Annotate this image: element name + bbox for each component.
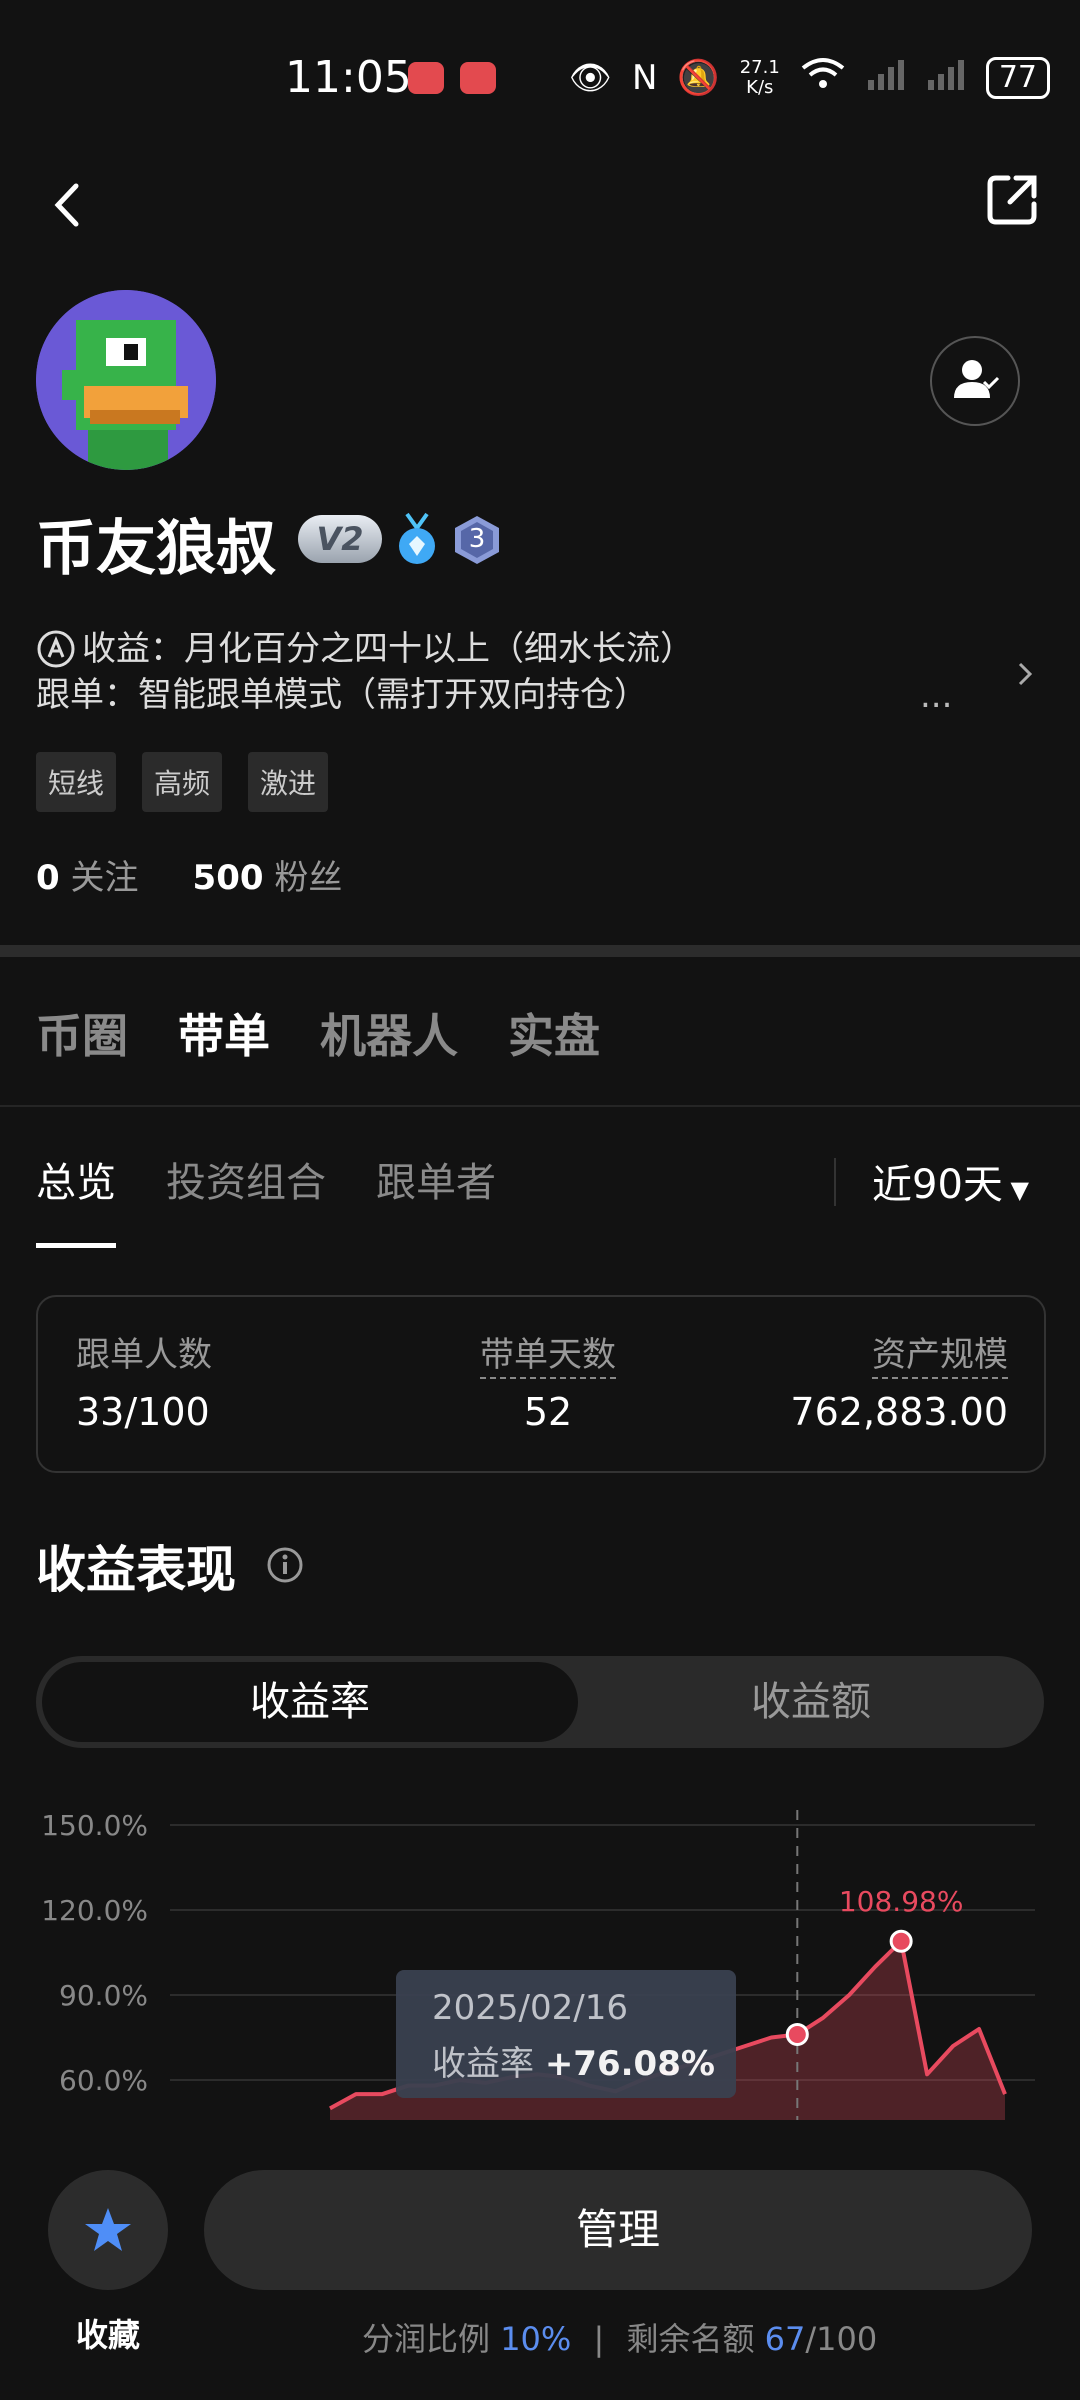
- tab-bots[interactable]: 机器人: [320, 1000, 458, 1066]
- manage-button[interactable]: 管理: [204, 2170, 1032, 2290]
- app-notification-icon: [460, 62, 496, 94]
- diamond-medal-icon: [392, 512, 442, 566]
- following-link[interactable]: 0 关注: [36, 858, 138, 898]
- bio-ellipsis: ...: [920, 676, 953, 716]
- tag: 短线: [36, 752, 117, 812]
- info-icon[interactable]: [266, 1546, 304, 1584]
- selected-point: [785, 2022, 809, 2046]
- range-dropdown[interactable]: 近90天 ▼: [872, 1152, 1029, 1210]
- y-tick-label: 150.0%: [41, 1809, 148, 1842]
- bio-line-1: 收益：月化百分之四十以上（细水长流）: [82, 629, 694, 669]
- profile-bio[interactable]: 收益：月化百分之四十以上（细水长流） 跟单：智能跟单模式（需打开双向持仓）: [36, 626, 694, 718]
- peak-point: [889, 1929, 913, 1953]
- y-tick-label: 60.0%: [59, 2064, 148, 2097]
- user-check-icon: [954, 360, 1000, 398]
- section-divider: [0, 945, 1080, 957]
- tab-live[interactable]: 实盘: [508, 1000, 600, 1066]
- avatar[interactable]: [36, 290, 216, 470]
- stat-followers: 跟单人数 33/100: [76, 1335, 212, 1434]
- star-icon: [85, 2208, 131, 2251]
- peak-label: 108.98%: [839, 1885, 964, 1918]
- y-tick-label: 120.0%: [41, 1894, 148, 1927]
- eye-icon: 👁: [568, 57, 612, 98]
- net-speed: 27.1 K/s: [739, 56, 780, 98]
- back-button[interactable]: [44, 170, 94, 240]
- signal-icon: [926, 56, 966, 99]
- chevron-right-icon[interactable]: [1016, 656, 1036, 692]
- range-separator: [834, 1158, 836, 1206]
- tab-overview[interactable]: 总览: [36, 1150, 116, 1248]
- toggle-return-amount[interactable]: 收益额: [581, 1662, 1041, 1742]
- stats-card: 跟单人数 33/100 带单天数 52 资产规模 762,883.00: [36, 1295, 1046, 1473]
- mute-icon: 🔕: [677, 57, 720, 98]
- sub-tabs: 总览 投资组合 跟单者: [36, 1150, 496, 1248]
- caret-down-icon: ▼: [1002, 1176, 1029, 1204]
- status-time: 11:05: [285, 52, 412, 103]
- battery-indicator: 77: [985, 56, 1050, 99]
- followers-link[interactable]: 500 粉丝: [193, 858, 343, 898]
- favorite-button[interactable]: [48, 2170, 168, 2290]
- tab-crypto[interactable]: 币圈: [36, 1000, 128, 1066]
- profile-name: 币友狼叔: [36, 514, 276, 584]
- vip-badge: V2: [298, 515, 382, 563]
- tab-portfolio[interactable]: 投资组合: [166, 1150, 326, 1208]
- share-button[interactable]: [982, 170, 1042, 230]
- ai-icon: [37, 630, 75, 668]
- app-notification-icon: [408, 62, 444, 94]
- signal-icon: [866, 56, 906, 99]
- metric-toggle: 收益率 收益额: [36, 1656, 1044, 1748]
- stat-aum[interactable]: 资产规模 762,883.00: [790, 1327, 1008, 1434]
- stat-days[interactable]: 带单天数 52: [468, 1327, 628, 1434]
- toggle-return-rate[interactable]: 收益率: [42, 1662, 578, 1742]
- wifi-icon: [800, 56, 846, 99]
- bio-line-2: 跟单：智能跟单模式（需打开双向持仓）: [36, 675, 648, 715]
- chart-tooltip: 2025/02/16 收益率 +76.08%: [396, 1970, 736, 2098]
- share-icon: [987, 175, 1037, 225]
- footer-info: 分润比例 10% | 剩余名额 67/100: [362, 2320, 878, 2358]
- follow-user-button[interactable]: [930, 336, 1020, 426]
- tag: 高频: [142, 752, 223, 812]
- performance-title: 收益表现: [36, 1541, 236, 1599]
- nfc-icon: N: [631, 57, 658, 98]
- status-icons: 👁 N 🔕 27.1 K/s 77: [569, 56, 1050, 99]
- level-badge: 3: [452, 514, 502, 566]
- y-tick-label: 90.0%: [59, 1979, 148, 2012]
- tag: 激进: [248, 752, 329, 812]
- back-arrow-icon: [54, 183, 79, 227]
- tab-followers[interactable]: 跟单者: [376, 1150, 496, 1208]
- tag-list: 短线 高频 激进: [36, 752, 329, 812]
- tabs-divider: [0, 1105, 1080, 1107]
- favorite-label: 收藏: [76, 2316, 141, 2354]
- main-tabs: 币圈 带单 机器人 实盘: [36, 1000, 600, 1066]
- follow-counts: 0 关注 500 粉丝: [36, 850, 342, 899]
- tab-copy-trading[interactable]: 带单: [178, 1000, 270, 1066]
